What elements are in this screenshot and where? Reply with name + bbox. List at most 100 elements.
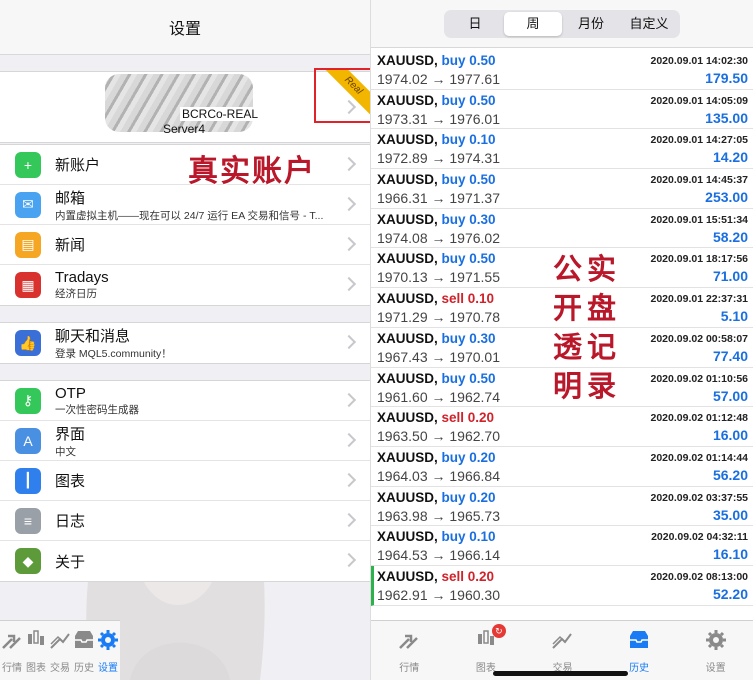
metatrader-icon: ◆ (15, 548, 41, 574)
deal-side: buy 0.50 (441, 92, 496, 108)
deal-time: 2020.09.01 14:45:37 (650, 174, 749, 187)
deal-title: XAUUSD, buy 0.50 (377, 172, 496, 187)
tab-icon-wrap: ↻ (474, 623, 506, 659)
account-card[interactable]: BCRCo-REAL Server4 Real (0, 68, 370, 143)
translate-icon: A (15, 427, 41, 454)
tab-trade[interactable]: 交易 (48, 621, 72, 680)
settings-row[interactable]: A 界面 中文 (0, 421, 370, 461)
overlay-caption: 真实账户 (188, 154, 316, 189)
deal-row[interactable]: XAUUSD, buy 0.30 1974.08 → 1976.02 2020.09… (371, 209, 753, 249)
deal-time: 2020.09.02 00:58:07 (650, 332, 749, 345)
deal-time: 2020.09.01 22:37:31 (650, 293, 749, 306)
deal-row[interactable]: XAUUSD, buy 0.10 1964.53 → 1966.14 2020.09… (371, 526, 753, 566)
tab-gear[interactable]: 设置 (96, 621, 120, 680)
history-panel: 日周月份 自定义 XAUUSD, buy 0.50 1974.02 → 1977.6… (370, 0, 753, 680)
tab-chart[interactable]: 图表 (24, 621, 48, 680)
deal-symbol: XAUUSD, (377, 132, 442, 148)
settings-row[interactable]: ⚷ OTP 一次性密码生成器 (0, 381, 370, 421)
settings-row[interactable]: ≡ 日志 (0, 501, 370, 541)
deal-prices: 1967.43 → 1970.01 (377, 348, 500, 365)
tab-gear[interactable]: 设置 (677, 621, 753, 680)
settings-panel: 设置 BCRCo-REAL Server4 Real + 新账户 ✉ 邮箱 内置虚拟主机… (0, 0, 370, 680)
deal-prices: 1971.29 → 1970.78 (377, 309, 500, 326)
book-icon: ▤ (15, 231, 41, 258)
tab-history[interactable]: 历史 (72, 621, 96, 680)
deal-prices: 1973.31 → 1976.01 (377, 110, 500, 127)
deal-row[interactable]: XAUUSD, buy 0.50 1974.02 → 1977.61 2020.09… (371, 50, 753, 90)
settings-row-title: 图表 (55, 473, 86, 490)
tab-quotes[interactable]: 行情 (0, 621, 24, 680)
deal-side: buy 0.50 (441, 172, 496, 188)
tab-label: 历史 (629, 662, 650, 674)
tab-icon-wrap (397, 628, 421, 659)
deal-time: 2020.09.02 01:10:56 (650, 372, 749, 385)
deal-title: XAUUSD, sell 0.20 (377, 569, 494, 584)
settings-row-subtitle: 经济日历 (55, 288, 97, 300)
settings-row-title: 聊天和消息 (55, 328, 131, 345)
trade-icon (50, 632, 70, 649)
deal-symbol: XAUUSD, (377, 251, 442, 267)
tab-icon-wrap (704, 628, 728, 659)
deal-time: 2020.09.02 01:14:44 (650, 451, 749, 464)
deal-profit: 5.10 (720, 308, 748, 325)
settings-row-title: 日志 (55, 513, 86, 530)
tab-quotes[interactable]: 行情 (371, 621, 448, 680)
settings-row[interactable]: ✉ 邮箱 内置虚拟主机——现在可以 24/7 运行 EA 交易和信号 - T... (0, 185, 370, 225)
deal-profit: 35.00 (712, 506, 748, 523)
overlay-char: 记 (587, 330, 617, 364)
deal-row[interactable]: XAUUSD, sell 0.20 1962.91 → 1960.30 2020.0… (371, 565, 753, 606)
quotes-icon (2, 634, 21, 649)
deal-side: buy 0.30 (441, 330, 496, 346)
deal-time: 2020.09.02 08:13:00 (650, 570, 749, 583)
deal-row[interactable]: XAUUSD, buy 0.10 1972.89 → 1974.31 2020.09… (371, 129, 753, 170)
settings-row-text: 新闻 (55, 234, 370, 255)
settings-group-chat: 👍 聊天和消息登录 MQL5.community！ (0, 322, 370, 364)
deal-row[interactable]: XAUUSD, buy 0.50 1966.31 → 1971.37 2020.09… (371, 169, 753, 209)
deal-prices: 1970.13 → 1971.55 (377, 269, 500, 286)
tab-label: 行情 (2, 662, 22, 674)
chart-icon (28, 629, 44, 645)
deal-side: sell 0.20 (441, 410, 495, 426)
deal-title: XAUUSD, buy 0.20 (377, 490, 496, 505)
deal-symbol: XAUUSD, (377, 568, 442, 584)
key-icon: ⚷ (15, 387, 41, 414)
settings-row[interactable]: 👍 聊天和消息登录 MQL5.community！ (0, 323, 370, 363)
tab-label: 设置 (98, 662, 118, 674)
deal-prices: 1972.89 → 1974.31 (377, 150, 500, 167)
deal-prices: 1974.02 → 1977.61 (377, 71, 500, 87)
deal-prices: 1961.60 → 1962.74 (377, 388, 500, 405)
deal-title: XAUUSD, buy 0.30 (377, 212, 496, 227)
trade-icon (552, 632, 573, 649)
overlay-char: 开 (553, 291, 583, 325)
settings-row[interactable]: ▤ 新闻 (0, 225, 370, 265)
deal-prices: 1974.08 → 1976.02 (377, 229, 500, 246)
candles-icon: ┃ (15, 467, 41, 494)
thumbs-up-icon: 👍 (15, 330, 41, 356)
segment-0[interactable]: 日 (446, 12, 504, 36)
settings-row-subtitle: 登录 MQL5.community！ (55, 348, 172, 360)
deal-symbol: XAUUSD, (377, 92, 442, 108)
settings-row-text: 日志 (55, 510, 370, 531)
deal-row[interactable]: XAUUSD, buy 0.20 1964.03 → 1966.84 2020.09… (371, 447, 753, 487)
settings-row[interactable]: ┃ 图表 (0, 461, 370, 501)
segment-2[interactable]: 月份 (562, 12, 620, 36)
gear-icon (705, 629, 726, 650)
deal-profit: 52.20 (712, 585, 748, 602)
segment-3[interactable]: 自定义 (620, 12, 678, 36)
settings-group-app: ⚷ OTP 一次性密码生成器 A 界面 中文 ┃ 图表 ≡ 日志 ◆ 关于 (0, 380, 370, 582)
deal-side: buy 0.10 (441, 132, 496, 148)
settings-row[interactable]: ▦ Tradays 经济日历 (0, 265, 370, 305)
history-icon (630, 630, 649, 648)
segment-1[interactable]: 周 (504, 11, 562, 36)
deal-row[interactable]: XAUUSD, sell 0.20 1963.50 → 1962.70 2020.0… (371, 407, 753, 447)
period-segmented-control: 日周月份 自定义 (444, 9, 680, 38)
deal-row[interactable]: XAUUSD, buy 0.50 1973.31 → 1976.01 2020.09… (371, 90, 753, 130)
tab-icon-wrap (96, 628, 120, 659)
deal-row[interactable]: XAUUSD, buy 0.20 1963.98 → 1965.73 2020.09… (371, 487, 753, 527)
deal-profit: 14.20 (712, 149, 748, 166)
settings-row-title: 关于 (55, 553, 86, 571)
home-indicator (493, 671, 628, 676)
settings-row[interactable]: ◆ 关于 (0, 541, 370, 581)
overlay-column-2: 实盘记录 (587, 250, 616, 406)
deal-title: XAUUSD, buy 0.30 (377, 331, 496, 346)
